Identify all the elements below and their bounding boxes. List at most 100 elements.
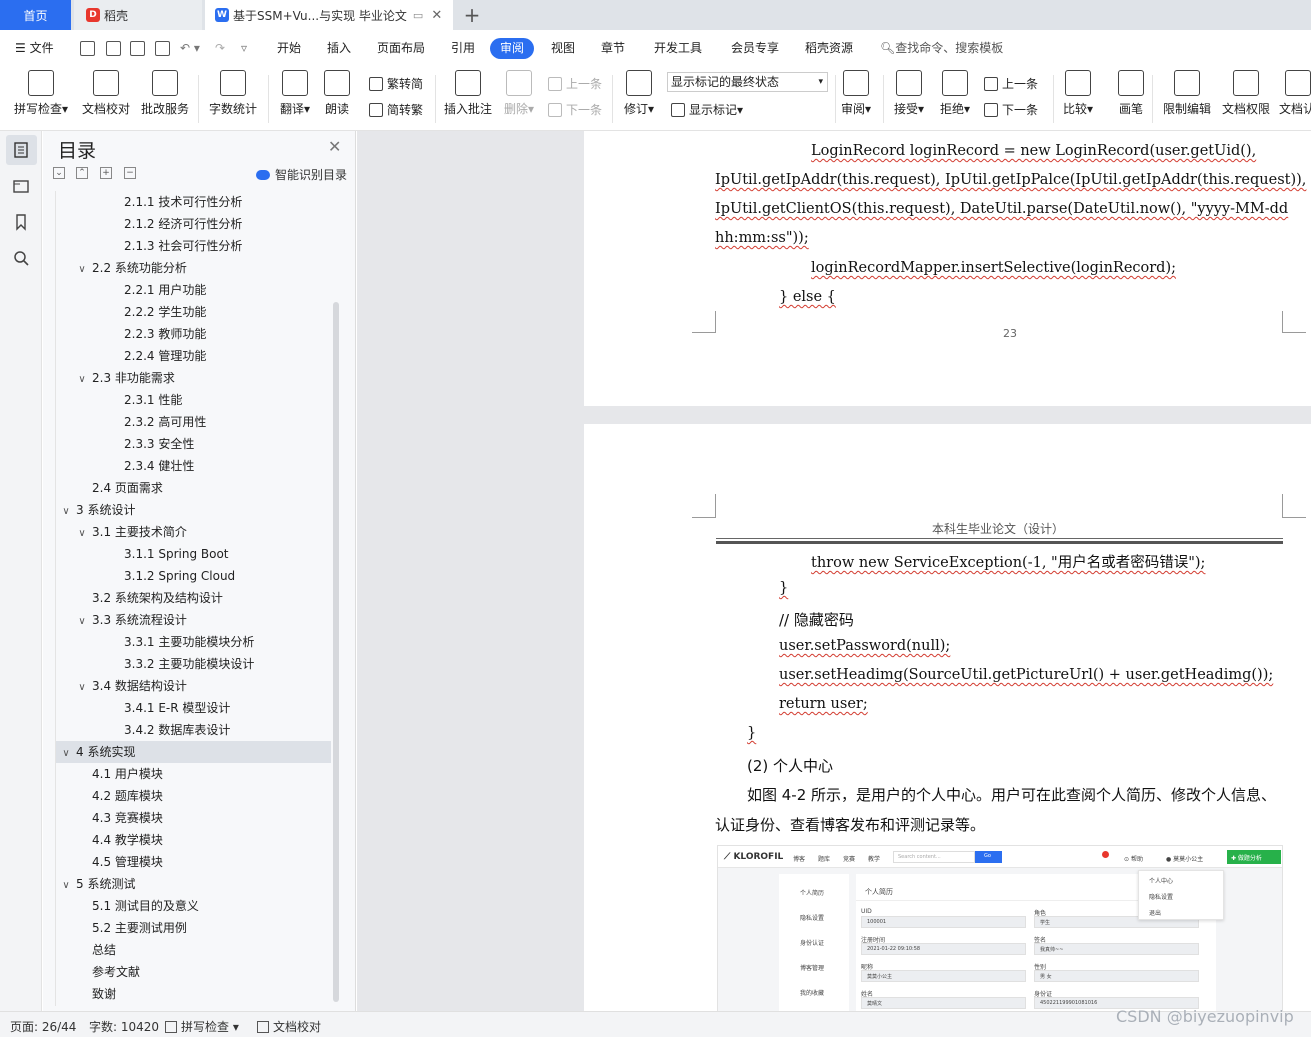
toc-icon[interactable] <box>12 141 30 159</box>
toc-item[interactable]: 3.2 系统架构及结构设计 <box>56 587 331 609</box>
toc-item[interactable]: ∨ 3.4 数据结构设计 <box>56 675 331 697</box>
menu-tab[interactable]: 开发工具 <box>654 38 702 59</box>
menu-tab[interactable]: 视图 <box>551 38 575 59</box>
toc-item[interactable]: 2.4 页面需求 <box>56 477 331 499</box>
menu-tab[interactable]: 引用 <box>451 38 475 59</box>
accept-button[interactable]: 接受▾ <box>892 70 926 117</box>
toc-item[interactable]: 2.3.4 健壮性 <box>56 455 331 477</box>
simplified-to-traditional-button[interactable]: 简转繁 <box>369 101 423 118</box>
chevron-down-icon[interactable]: ∨ <box>76 369 88 391</box>
menu-tab[interactable]: 会员专享 <box>731 38 779 59</box>
toc-item[interactable]: 2.3.2 高可用性 <box>56 411 331 433</box>
toc-item[interactable]: 3.3.2 主要功能模块设计 <box>56 653 331 675</box>
next-comment-button[interactable]: 下一条 <box>548 101 602 118</box>
doc-permission-button[interactable]: 文档权限 <box>1220 70 1272 117</box>
prev-comment-button[interactable]: 上一条 <box>548 75 602 92</box>
close-icon[interactable]: ✕ <box>328 137 341 156</box>
toc-item[interactable]: 3.4.2 数据库表设计 <box>56 719 331 741</box>
menu-tab[interactable]: 章节 <box>601 38 625 59</box>
toc-item[interactable]: 4.2 题库模块 <box>56 785 331 807</box>
toc-item[interactable]: 4.5 管理模块 <box>56 851 331 873</box>
undo-icon[interactable]: ↶ ▾ <box>180 38 200 59</box>
toc-item[interactable]: 总结 <box>56 939 331 961</box>
doc-certify-button[interactable]: 文档认 <box>1279 70 1311 117</box>
page-indicator[interactable]: 页面: 26/44 <box>10 1018 76 1035</box>
markup-state-select[interactable]: 显示标记的最终状态 ▾ <box>667 72 828 92</box>
chevron-down-icon[interactable]: ∨ <box>76 677 88 699</box>
smart-toc-button[interactable]: 智能识别目录 <box>256 166 347 183</box>
review-pane-button[interactable]: 审阅▾ <box>840 70 872 117</box>
insert-comment-button[interactable]: 插入批注 <box>442 70 494 117</box>
toc-item[interactable]: ∨ 4 系统实现 <box>56 741 331 763</box>
toc-item[interactable]: 2.1.3 社会可行性分析 <box>56 235 331 257</box>
remove-heading-icon[interactable]: − <box>124 167 136 179</box>
toc-item[interactable]: ∨ 3 系统设计 <box>56 499 331 521</box>
toc-item[interactable]: 2.2.3 教师功能 <box>56 323 331 345</box>
status-spell-check[interactable]: 拼写检查 ▾ <box>165 1018 239 1035</box>
doc-check-button[interactable]: 文档校对 <box>80 70 132 117</box>
toc-item[interactable]: 2.1.2 经济可行性分析 <box>56 213 331 235</box>
toc-item[interactable]: 4.4 教学模块 <box>56 829 331 851</box>
chevron-down-icon[interactable]: ∨ <box>60 875 72 897</box>
file-menu[interactable]: ☰ 文件 <box>15 38 54 59</box>
next-change-button[interactable]: 下一条 <box>984 101 1038 118</box>
review-service-button[interactable]: 批改服务 <box>139 70 191 117</box>
new-tab-button[interactable]: + <box>458 0 486 30</box>
spell-check-button[interactable]: 拼写检查▾ <box>12 70 70 117</box>
menu-tab[interactable]: 开始 <box>277 38 301 59</box>
toc-item[interactable]: 3.1.1 Spring Boot <box>56 543 331 565</box>
command-search[interactable]: 🔍︎查找命令、搜索模板 <box>880 38 1003 59</box>
status-doc-check[interactable]: 文档校对 <box>257 1018 321 1035</box>
save-icon[interactable] <box>80 41 95 56</box>
redo-icon[interactable]: ↷ <box>215 38 225 59</box>
add-heading-icon[interactable]: + <box>100 167 112 179</box>
tab-docer[interactable]: D 稻壳 <box>74 0 202 30</box>
toc-item[interactable]: 致谢 <box>56 983 331 1005</box>
chevron-down-icon[interactable]: ∨ <box>76 523 88 545</box>
read-aloud-button[interactable]: 朗读 <box>322 70 352 117</box>
toc-item[interactable]: ∨ 2.3 非功能需求 <box>56 367 331 389</box>
toc-item[interactable]: 2.2.4 管理功能 <box>56 345 331 367</box>
toc-item[interactable]: ∨ 3.3 系统流程设计 <box>56 609 331 631</box>
toc-item[interactable]: 2.2.1 用户功能 <box>56 279 331 301</box>
menu-tab[interactable]: 插入 <box>327 38 351 59</box>
toc-item[interactable]: 4.3 竞赛模块 <box>56 807 331 829</box>
export-pdf-icon[interactable] <box>106 41 121 56</box>
toc-item[interactable]: ∨ 2.2 系统功能分析 <box>56 257 331 279</box>
customize-dropdown-icon[interactable]: ▿ <box>241 38 247 59</box>
chapter-nav-icon[interactable] <box>12 177 30 195</box>
toc-item[interactable]: 4.1 用户模块 <box>56 763 331 785</box>
toc-item[interactable]: 3.4.1 E-R 模型设计 <box>56 697 331 719</box>
menu-tab[interactable]: 稻壳资源 <box>805 38 853 59</box>
toc-item[interactable]: 2.1.1 技术可行性分析 <box>56 191 331 213</box>
ink-button[interactable]: 画笔 <box>1116 70 1146 117</box>
toc-item[interactable]: 3.3.1 主要功能模块分析 <box>56 631 331 653</box>
toc-item[interactable]: 参考文献 <box>56 961 331 983</box>
compare-button[interactable]: 比较▾ <box>1061 70 1095 117</box>
cloud-icon[interactable]: ▭ <box>413 9 423 22</box>
show-markup-button[interactable]: 显示标记 ▾ <box>671 101 743 118</box>
toc-item[interactable]: 2.3.3 安全性 <box>56 433 331 455</box>
delete-comment-button[interactable]: 删除▾ <box>501 70 537 117</box>
chevron-down-icon[interactable]: ∨ <box>60 501 72 523</box>
toc-item[interactable]: 5.1 测试目的及意义 <box>56 895 331 917</box>
word-count-indicator[interactable]: 字数: 10420 <box>89 1018 159 1035</box>
collapse-all-icon[interactable]: ⌄ <box>53 167 65 179</box>
chevron-down-icon[interactable]: ∨ <box>76 611 88 633</box>
print-preview-icon[interactable] <box>155 41 170 56</box>
revise-button[interactable]: 修订▾ <box>621 70 657 117</box>
traditional-to-simplified-button[interactable]: 繁转简 <box>369 75 423 92</box>
toc-item[interactable]: 3.1.2 Spring Cloud <box>56 565 331 587</box>
tab-home[interactable]: 首页 <box>0 0 71 30</box>
menu-tab[interactable]: 审阅 <box>490 38 535 59</box>
search-icon[interactable] <box>12 249 30 267</box>
menu-tab[interactable]: 页面布局 <box>377 38 425 59</box>
tab-document[interactable]: W 基于SSM+Vu...与实现 毕业论文 ▭ ✕ <box>205 0 453 30</box>
word-count-button[interactable]: 字数统计 <box>207 70 259 117</box>
toc-item[interactable]: ∨ 3.1 主要技术简介 <box>56 521 331 543</box>
expand-up-icon[interactable]: ⌃ <box>76 167 88 179</box>
print-icon[interactable] <box>130 41 145 56</box>
close-icon[interactable]: ✕ <box>431 8 442 23</box>
translate-button[interactable]: 翻译▾ <box>277 70 313 117</box>
toc-item[interactable]: ∨ 5 系统测试 <box>56 873 331 895</box>
